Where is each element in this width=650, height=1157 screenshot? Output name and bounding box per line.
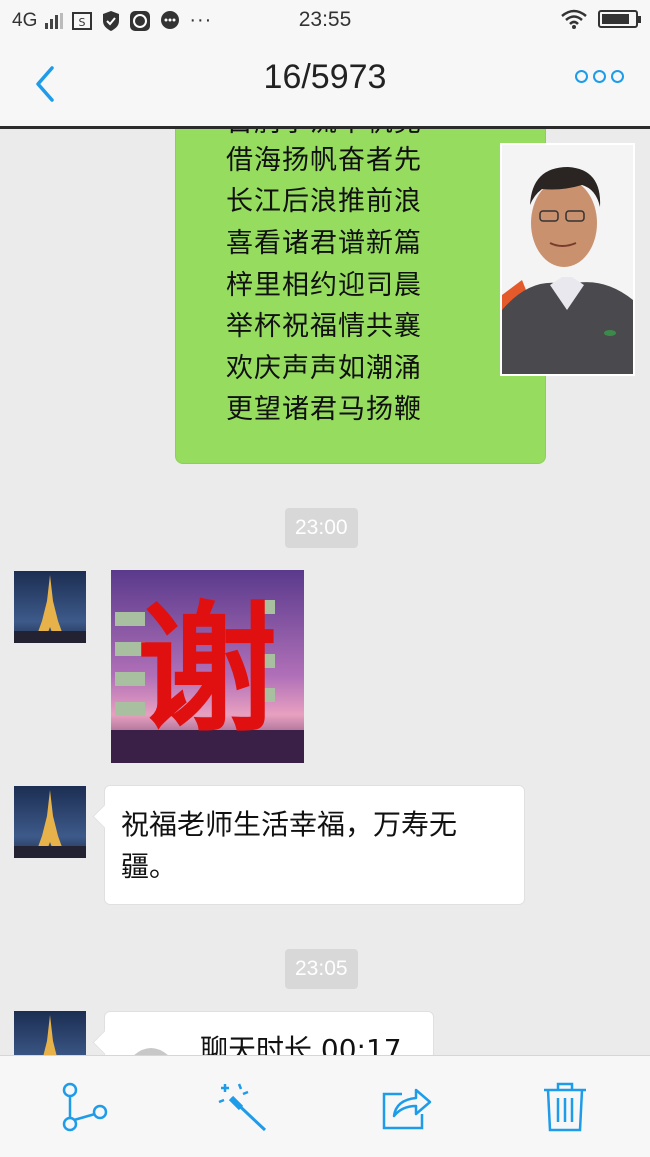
call-record-bubble[interactable]: 聊天时长 00:17 [104,1011,434,1055]
contact-avatar[interactable] [14,1011,86,1055]
thank-you-sticker-image[interactable]: 谢 [111,570,304,763]
poem-line: 更望诸君马扬鞭 [226,394,422,425]
poem-line: 欢庆声声如潮涌 [226,353,422,384]
timestamp: 23:05 [285,949,358,989]
sent-poem-bubble[interactable]: 百舸争流千帆竞 借海扬帆奋者先 长江后浪推前浪 喜看诸君谱新篇 梓里相约迎司晨 … [175,129,546,464]
status-bar: 4G S ··· 23:55 [0,0,650,40]
chat-history[interactable]: 百舸争流千帆竞 借海扬帆奋者先 长江后浪推前浪 喜看诸君谱新篇 梓里相约迎司晨 … [0,129,650,1055]
contact-avatar[interactable] [14,571,86,643]
poem-line: 举杯祝福情共襄 [226,311,422,342]
more-options-icon[interactable] [575,70,624,83]
poem-line: 梓里相约迎司晨 [226,270,422,301]
call-duration-text: 聊天时长 00:17 [200,1033,402,1055]
share-branch-icon[interactable] [58,1080,112,1134]
trash-icon[interactable] [538,1080,592,1134]
page-title: 16/5973 [263,58,387,96]
magic-wand-icon[interactable] [217,1080,271,1134]
battery-icon [598,10,641,28]
phone-icon [134,1048,168,1055]
poem-line: 借海扬帆奋者先 [226,145,422,176]
message-text: 祝福老师生活幸福，万寿无疆。 [121,808,458,883]
sender-avatar-photo[interactable] [500,143,635,376]
bottom-toolbar [0,1055,650,1157]
status-right [560,9,641,29]
contact-avatar[interactable] [14,786,86,858]
header-bar: 16/5973 [0,40,650,129]
received-message-bubble[interactable]: 祝福老师生活幸福，万寿无疆。 [104,785,525,905]
forward-icon[interactable] [378,1080,432,1134]
wifi-icon [561,9,587,29]
poem-line: 长江后浪推前浪 [226,186,422,217]
timestamp: 23:00 [285,508,358,548]
sticker-char: 谢 [137,589,277,752]
status-time: 23:55 [298,8,352,31]
poem-line: 喜看诸君谱新篇 [226,228,422,259]
